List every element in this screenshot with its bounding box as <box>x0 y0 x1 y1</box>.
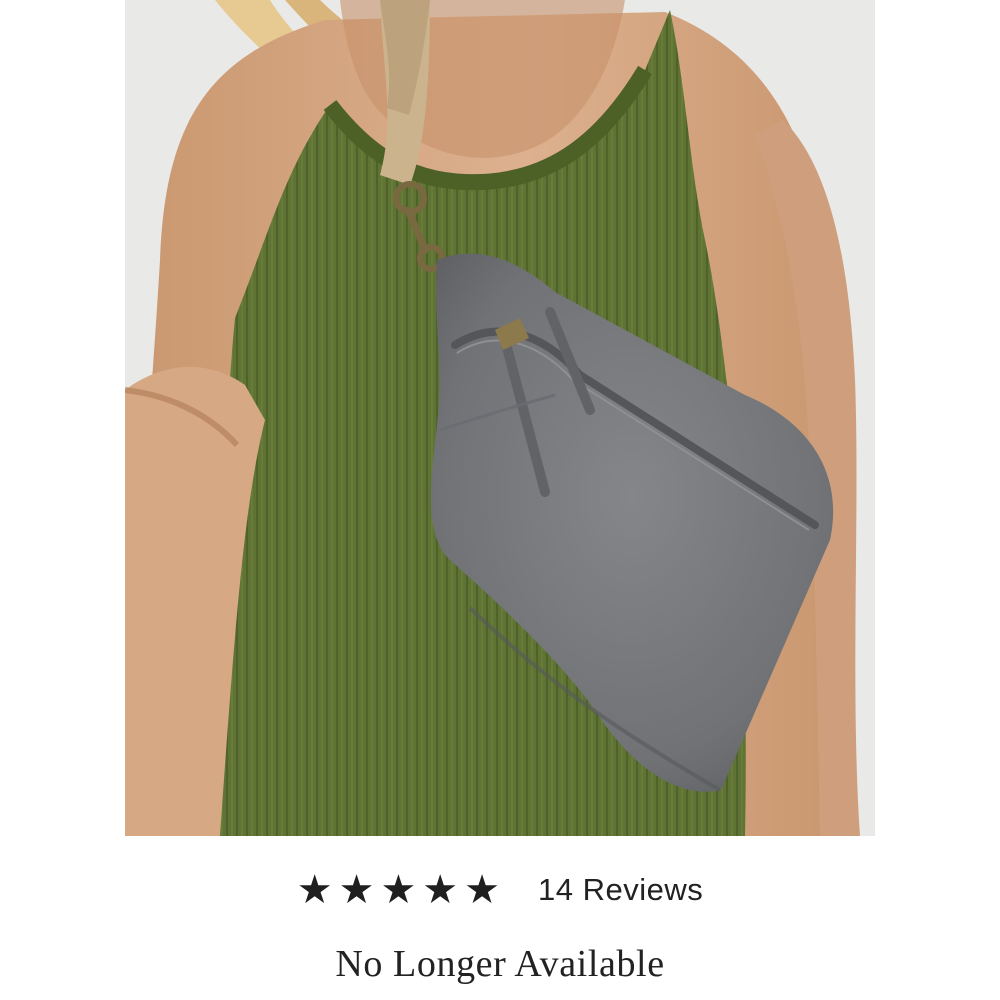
star-icon: ★ <box>296 867 333 913</box>
star-icon: ★ <box>422 867 459 913</box>
reviews-link[interactable]: 14 Reviews <box>538 872 703 908</box>
star-icon: ★ <box>338 867 375 913</box>
star-icon: ★ <box>380 867 417 913</box>
rating-row: ★ ★ ★ ★ ★ 14 Reviews <box>0 862 1000 918</box>
product-photo <box>125 0 875 836</box>
product-image[interactable] <box>125 0 875 836</box>
star-rating[interactable]: ★ ★ ★ ★ ★ <box>297 870 500 910</box>
product-page: ★ ★ ★ ★ ★ 14 Reviews No Longer Available <box>0 0 1000 1000</box>
star-icon: ★ <box>464 867 501 913</box>
availability-status: No Longer Available <box>335 943 665 985</box>
